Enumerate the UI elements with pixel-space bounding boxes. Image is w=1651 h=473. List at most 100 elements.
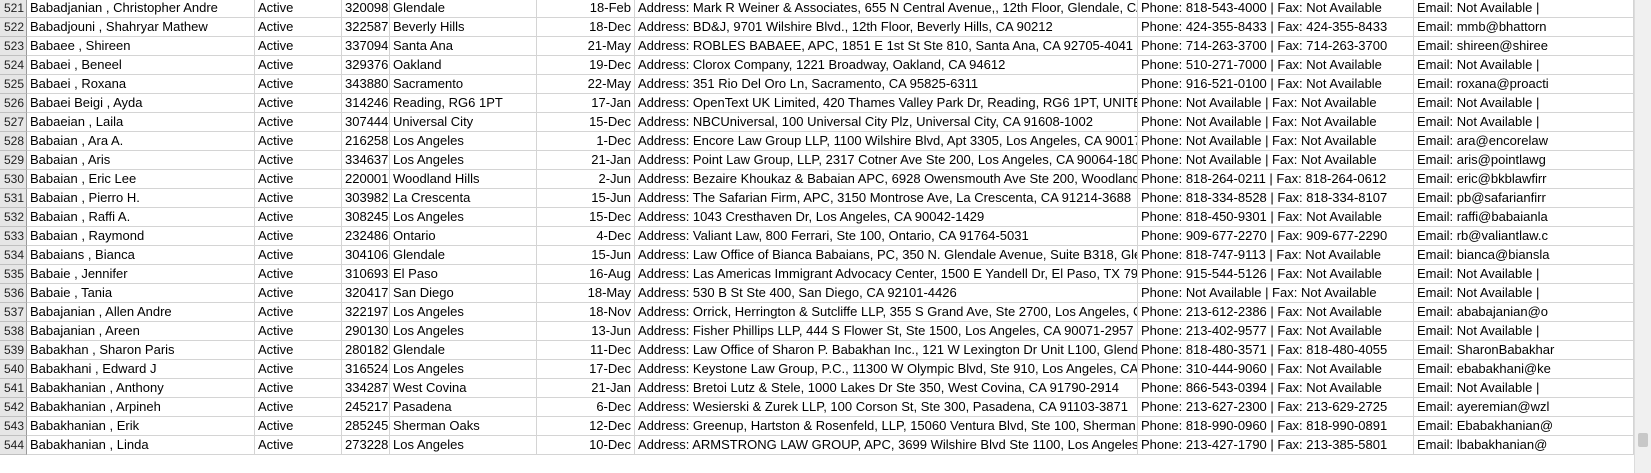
cell-date[interactable]: 17-Jan bbox=[537, 94, 635, 113]
cell-phone-fax[interactable]: Phone: 818-990-0960 | Fax: 818-990-0891 bbox=[1138, 417, 1414, 436]
cell-name[interactable]: Babaian , Raffi A. bbox=[27, 208, 255, 227]
cell-status[interactable]: Active bbox=[255, 360, 342, 379]
cell-email[interactable]: Email: aris@pointlawg bbox=[1414, 151, 1634, 170]
cell-name[interactable]: Babaian , Aris bbox=[27, 151, 255, 170]
cell-phone-fax[interactable]: Phone: 213-612-2386 | Fax: Not Available bbox=[1138, 303, 1414, 322]
cell-name[interactable]: Babaie , Jennifer bbox=[27, 265, 255, 284]
cell-address[interactable]: Address: Wesierski & Zurek LLP, 100 Cors… bbox=[635, 398, 1138, 417]
cell-id[interactable]: 343880 bbox=[342, 75, 390, 94]
cell-city[interactable]: Los Angeles bbox=[390, 208, 537, 227]
cell-date[interactable]: 6-Dec bbox=[537, 398, 635, 417]
row-header[interactable]: 532 bbox=[0, 208, 27, 227]
row-header[interactable]: 524 bbox=[0, 56, 27, 75]
cell-id[interactable]: 334637 bbox=[342, 151, 390, 170]
cell-id[interactable]: 316524 bbox=[342, 360, 390, 379]
row-header[interactable]: 535 bbox=[0, 265, 27, 284]
cell-status[interactable]: Active bbox=[255, 208, 342, 227]
cell-phone-fax[interactable]: Phone: 213-427-1790 | Fax: 213-385-5801 bbox=[1138, 436, 1414, 455]
row-header[interactable]: 534 bbox=[0, 246, 27, 265]
cell-name[interactable]: Babaeian , Laila bbox=[27, 113, 255, 132]
cell-date[interactable]: 15-Jun bbox=[537, 189, 635, 208]
row-header[interactable]: 541 bbox=[0, 379, 27, 398]
cell-phone-fax[interactable]: Phone: 714-263-3700 | Fax: 714-263-3700 bbox=[1138, 37, 1414, 56]
table-row[interactable]: 531 Babaian , Pierro H. Active 303982 La Cre… bbox=[0, 189, 1651, 208]
cell-date[interactable]: 19-Dec bbox=[537, 56, 635, 75]
cell-email[interactable]: Email: rb@valiantlaw.c bbox=[1414, 227, 1634, 246]
cell-name[interactable]: Babakhanian , Linda bbox=[27, 436, 255, 455]
cell-status[interactable]: Active bbox=[255, 113, 342, 132]
row-header[interactable]: 542 bbox=[0, 398, 27, 417]
cell-email[interactable]: Email: ara@encorelaw bbox=[1414, 132, 1634, 151]
cell-city[interactable]: Santa Ana bbox=[390, 37, 537, 56]
cell-address[interactable]: Address: BD&J, 9701 Wilshire Blvd., 12th… bbox=[635, 18, 1138, 37]
table-row[interactable]: 544 Babakhanian , Linda Active 273228 Los An… bbox=[0, 436, 1651, 455]
cell-name[interactable]: Babakhanian , Erik bbox=[27, 417, 255, 436]
row-header[interactable]: 523 bbox=[0, 37, 27, 56]
cell-status[interactable]: Active bbox=[255, 303, 342, 322]
cell-email[interactable]: Email: Not Available | bbox=[1414, 379, 1634, 398]
cell-email[interactable]: Email: ebabakhani@ke bbox=[1414, 360, 1634, 379]
table-row[interactable]: 528 Babaian , Ara A. Active 216258 Los Angel… bbox=[0, 132, 1651, 151]
table-row[interactable]: 536 Babaie , Tania Active 320417 San Diego 18… bbox=[0, 284, 1651, 303]
cell-date[interactable]: 12-Dec bbox=[537, 417, 635, 436]
cell-phone-fax[interactable]: Phone: 510-271-7000 | Fax: Not Available bbox=[1138, 56, 1414, 75]
cell-address[interactable]: Address: Las Americas Immigrant Advocacy… bbox=[635, 265, 1138, 284]
cell-city[interactable]: Sherman Oaks bbox=[390, 417, 537, 436]
cell-name[interactable]: Babaian , Raymond bbox=[27, 227, 255, 246]
cell-address[interactable]: Address: ARMSTRONG LAW GROUP, APC, 3699 … bbox=[635, 436, 1138, 455]
row-header[interactable]: 521 bbox=[0, 0, 27, 18]
cell-date[interactable]: 21-May bbox=[537, 37, 635, 56]
cell-phone-fax[interactable]: Phone: 310-444-9060 | Fax: Not Available bbox=[1138, 360, 1414, 379]
table-row[interactable]: 538 Babajanian , Areen Active 290130 Los Ang… bbox=[0, 322, 1651, 341]
cell-email[interactable]: Email: SharonBabakhar bbox=[1414, 341, 1634, 360]
table-row[interactable]: 532 Babaian , Raffi A. Active 308245 Los Ang… bbox=[0, 208, 1651, 227]
row-header[interactable]: 543 bbox=[0, 417, 27, 436]
cell-id[interactable]: 307444 bbox=[342, 113, 390, 132]
cell-date[interactable]: 15-Dec bbox=[537, 113, 635, 132]
row-header[interactable]: 526 bbox=[0, 94, 27, 113]
cell-address[interactable]: Address: The Safarian Firm, APC, 3150 Mo… bbox=[635, 189, 1138, 208]
cell-phone-fax[interactable]: Phone: Not Available | Fax: Not Availabl… bbox=[1138, 284, 1414, 303]
cell-id[interactable]: 245217 bbox=[342, 398, 390, 417]
row-header[interactable]: 525 bbox=[0, 75, 27, 94]
cell-name[interactable]: Babakhanian , Arpineh bbox=[27, 398, 255, 417]
cell-name[interactable]: Babaie , Tania bbox=[27, 284, 255, 303]
cell-id[interactable]: 329376 bbox=[342, 56, 390, 75]
cell-status[interactable]: Active bbox=[255, 379, 342, 398]
row-header[interactable]: 530 bbox=[0, 170, 27, 189]
cell-status[interactable]: Active bbox=[255, 322, 342, 341]
row-header[interactable]: 533 bbox=[0, 227, 27, 246]
cell-id[interactable]: 314246 bbox=[342, 94, 390, 113]
row-header[interactable]: 527 bbox=[0, 113, 27, 132]
cell-name[interactable]: Babadjanian , Christopher Andre bbox=[27, 0, 255, 18]
cell-address[interactable]: Address: Law Office of Sharon P. Babakha… bbox=[635, 341, 1138, 360]
row-header[interactable]: 522 bbox=[0, 18, 27, 37]
cell-status[interactable]: Active bbox=[255, 56, 342, 75]
cell-email[interactable]: Email: lbabakhanian@ bbox=[1414, 436, 1634, 455]
cell-email[interactable]: Email: Ebabakhanian@ bbox=[1414, 417, 1634, 436]
cell-name[interactable]: Babadjouni , Shahryar Mathew bbox=[27, 18, 255, 37]
spreadsheet-grid[interactable]: 521 Babadjanian , Christopher Andre Active… bbox=[0, 0, 1651, 473]
cell-city[interactable]: West Covina bbox=[390, 379, 537, 398]
cell-id[interactable]: 303982 bbox=[342, 189, 390, 208]
cell-address[interactable]: Address: Orrick, Herrington & Sutcliffe … bbox=[635, 303, 1138, 322]
table-row[interactable]: 535 Babaie , Jennifer Active 310693 El Paso 1… bbox=[0, 265, 1651, 284]
cell-status[interactable]: Active bbox=[255, 0, 342, 18]
cell-email[interactable]: Email: ababajanian@o bbox=[1414, 303, 1634, 322]
table-row[interactable]: 534 Babaians , Bianca Active 304106 Glendale… bbox=[0, 246, 1651, 265]
cell-email[interactable]: Email: ayeremian@wzl bbox=[1414, 398, 1634, 417]
cell-city[interactable]: Glendale bbox=[390, 341, 537, 360]
cell-status[interactable]: Active bbox=[255, 341, 342, 360]
cell-city[interactable]: Universal City bbox=[390, 113, 537, 132]
cell-city[interactable]: Los Angeles bbox=[390, 360, 537, 379]
cell-phone-fax[interactable]: Phone: 213-627-2300 | Fax: 213-629-2725 bbox=[1138, 398, 1414, 417]
cell-date[interactable]: 18-May bbox=[537, 284, 635, 303]
cell-id[interactable]: 334287 bbox=[342, 379, 390, 398]
table-row[interactable]: 525 Babaei , Roxana Active 343880 Sacramento… bbox=[0, 75, 1651, 94]
table-row[interactable]: 522 Babadjouni , Shahryar Mathew Active 322… bbox=[0, 18, 1651, 37]
cell-status[interactable]: Active bbox=[255, 436, 342, 455]
cell-id[interactable]: 285245 bbox=[342, 417, 390, 436]
cell-id[interactable]: 308245 bbox=[342, 208, 390, 227]
cell-address[interactable]: Address: Greenup, Hartston & Rosenfeld, … bbox=[635, 417, 1138, 436]
row-header[interactable]: 529 bbox=[0, 151, 27, 170]
